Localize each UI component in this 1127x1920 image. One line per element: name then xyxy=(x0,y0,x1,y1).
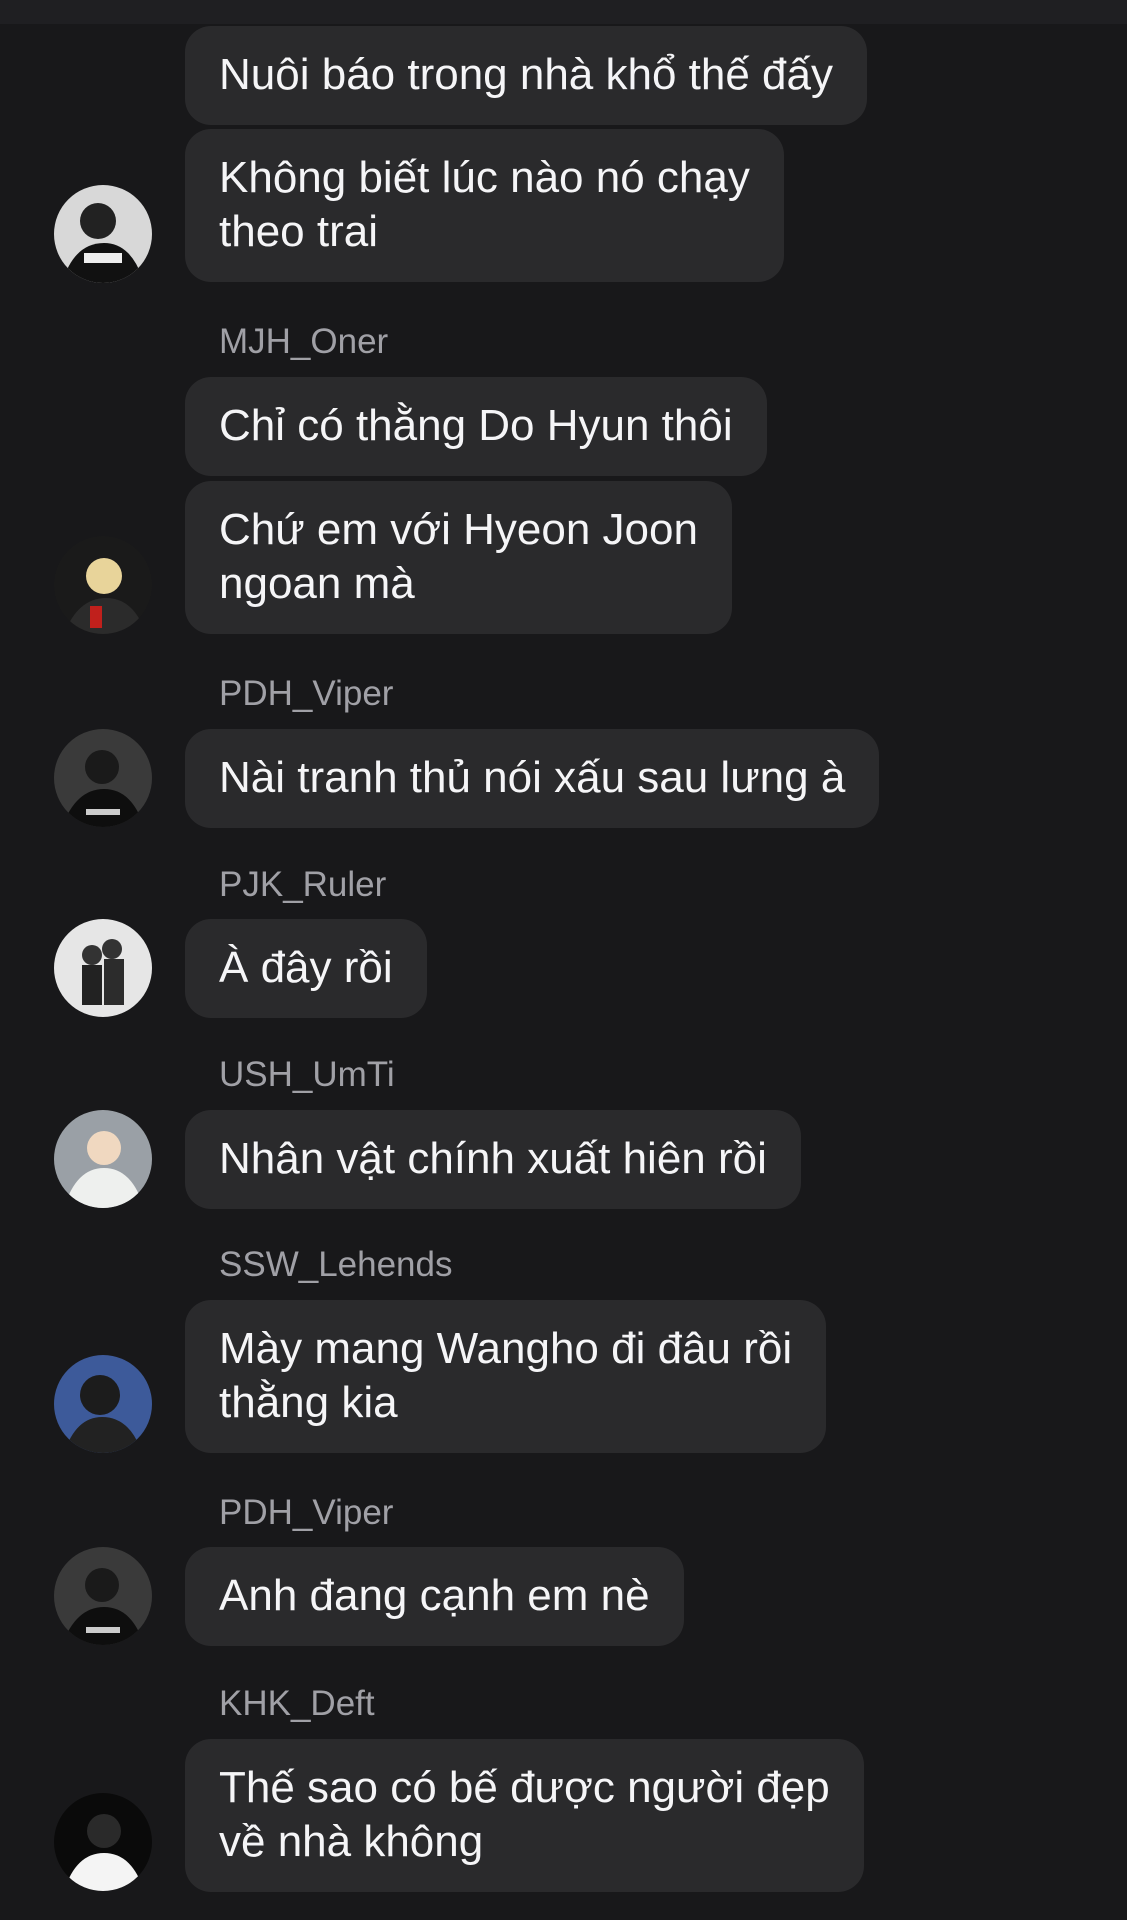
user-avatar[interactable] xyxy=(54,1793,152,1891)
message-text: À đây rồi xyxy=(219,943,393,992)
message-text: thằng kia xyxy=(219,1378,398,1427)
user-avatar[interactable] xyxy=(54,919,152,1017)
sender-name: KHK_Deft xyxy=(219,1684,375,1723)
user-avatar[interactable] xyxy=(54,1355,152,1453)
message-bubble[interactable]: Anh đang cạnh em nè xyxy=(185,1547,684,1646)
user-avatar[interactable] xyxy=(54,1110,152,1208)
message-text: Nhân vật chính xuất hiên rồi xyxy=(219,1134,767,1183)
message-bubble[interactable]: Thế sao có bế được người đẹp về nhà khôn… xyxy=(185,1739,864,1892)
message-bubble[interactable]: Không biết lúc nào nó chạy theo trai xyxy=(185,129,784,282)
sender-name: USH_UmTi xyxy=(219,1055,395,1094)
sender-name: PDH_Viper xyxy=(219,674,394,713)
message-text: Thế sao có bế được người đẹp xyxy=(219,1763,830,1812)
user-avatar[interactable] xyxy=(54,729,152,827)
message-text: Không biết lúc nào nó chạy xyxy=(219,153,750,202)
user-avatar[interactable] xyxy=(54,1547,152,1645)
user-avatar[interactable] xyxy=(54,536,152,634)
message-text: Nuôi báo trong nhà khổ thế đấy xyxy=(219,50,834,99)
message-text: Anh đang cạnh em nè xyxy=(219,1571,650,1620)
message-text: Nài tranh thủ nói xấu sau lưng à xyxy=(219,753,846,802)
sender-name: SSW_Lehends xyxy=(219,1245,453,1284)
message-bubble[interactable]: Mày mang Wangho đi đâu rồi thằng kia xyxy=(185,1300,827,1453)
message-bubble[interactable]: Chỉ có thằng Do Hyun thôi xyxy=(185,377,767,476)
message-bubble[interactable]: Nài tranh thủ nói xấu sau lưng à xyxy=(185,729,880,828)
user-avatar[interactable] xyxy=(54,185,152,283)
sender-name: MJH_Oner xyxy=(219,322,389,361)
message-text: Mày mang Wangho đi đâu rồi xyxy=(219,1324,793,1373)
message-bubble[interactable]: Nhân vật chính xuất hiên rồi xyxy=(185,1110,801,1209)
sender-name: PDH_Viper xyxy=(219,1493,394,1532)
top-bar-edge xyxy=(0,0,1127,24)
message-bubble[interactable]: À đây rồi xyxy=(185,919,427,1018)
message-bubble[interactable]: Nuôi báo trong nhà khổ thế đấy xyxy=(185,26,868,125)
sender-name: PJK_Ruler xyxy=(219,865,387,904)
message-text: Chứ em với Hyeon Joon xyxy=(219,505,698,554)
message-bubble[interactable]: Chứ em với Hyeon Joon ngoan mà xyxy=(185,481,732,634)
message-text: theo trai xyxy=(219,207,378,256)
message-text: Chỉ có thằng Do Hyun thôi xyxy=(219,401,733,450)
message-text: ngoan mà xyxy=(219,559,415,608)
message-text: về nhà không xyxy=(219,1817,484,1866)
